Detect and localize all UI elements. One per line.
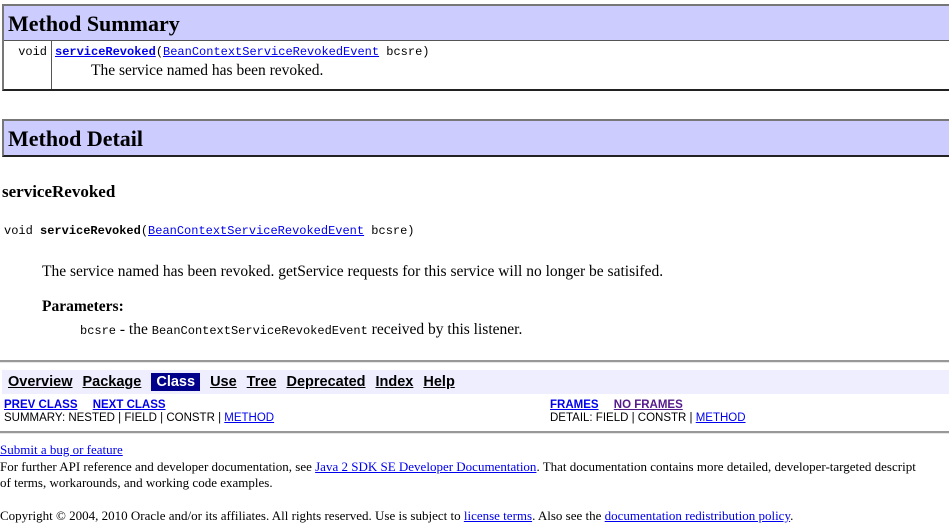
frames-link[interactable]: FRAMES xyxy=(550,399,599,411)
javadoc-page: Method Summary void serviceRevoked(BeanC… xyxy=(0,4,949,524)
method-detail-header: Method Detail xyxy=(4,121,949,155)
doc-text-before: For further API reference and developer … xyxy=(0,459,315,474)
divider-top xyxy=(0,360,949,363)
method-summary-title: Method Summary xyxy=(8,11,180,36)
summary-signature: serviceRevoked(BeanContextServiceRevoked… xyxy=(55,45,949,59)
method-description: The service named has been revoked. getS… xyxy=(42,263,949,281)
copyright-end-text: . xyxy=(790,508,793,523)
license-terms-link[interactable]: license terms xyxy=(464,508,532,523)
sig-param-rest: bcsre) xyxy=(364,224,414,238)
doc-text-after: . That documentation contains more detai… xyxy=(536,459,915,474)
nav-item-help[interactable]: Help xyxy=(423,374,454,390)
method-summary-table: Method Summary void serviceRevoked(BeanC… xyxy=(2,4,949,91)
doc-paragraph-line2: of terms, workarounds, and working code … xyxy=(0,475,949,491)
summary-description: The service named has been revoked. xyxy=(91,62,949,80)
no-frames-link[interactable]: NO FRAMES xyxy=(614,399,683,411)
sig-return-type: void xyxy=(4,224,40,238)
submit-bug-link[interactable]: Submit a bug or feature xyxy=(0,442,123,457)
copyright-text: Copyright © 2004, 2010 Oracle and/or its… xyxy=(0,508,464,523)
nav-item-use[interactable]: Use xyxy=(210,374,237,390)
copyright-middle-text: . Also see the xyxy=(532,508,605,523)
method-summary-cell: serviceRevoked(BeanContextServiceRevoked… xyxy=(52,41,949,89)
bottom-navbar: Overview Package Class Use Tree Deprecat… xyxy=(0,370,949,427)
summary-links-line: SUMMARY: NESTED | FIELD | CONSTR | METHO… xyxy=(4,412,550,425)
method-detail-table: Method Detail xyxy=(2,119,949,157)
nav-item-tree[interactable]: Tree xyxy=(247,374,277,390)
parameters-label: Parameters: xyxy=(42,298,949,316)
frames-line: FRAMES NO FRAMES xyxy=(550,399,949,412)
service-revoked-link[interactable]: serviceRevoked xyxy=(55,45,156,59)
param-name: bcsre xyxy=(80,324,116,338)
next-class-link[interactable]: NEXT CLASS xyxy=(93,399,166,411)
method-summary-header: Method Summary xyxy=(4,6,949,40)
method-detail-title: Method Detail xyxy=(8,126,143,151)
navbar-left-column: PREV CLASS NEXT CLASS SUMMARY: NESTED | … xyxy=(4,399,550,425)
sig-method-name: serviceRevoked xyxy=(40,224,141,238)
nav-item-package[interactable]: Package xyxy=(83,374,142,390)
copyright-line: Copyright © 2004, 2010 Oracle and/or its… xyxy=(0,508,949,524)
method-heading: serviceRevoked xyxy=(2,182,949,202)
return-type: void xyxy=(18,45,47,59)
redistribution-policy-link[interactable]: documentation redistribution policy xyxy=(605,508,790,523)
navbar-right-column: FRAMES NO FRAMES DETAIL: FIELD | CONSTR … xyxy=(550,399,949,425)
sig-paren-open: ( xyxy=(141,224,148,238)
detail-links-text: DETAIL: FIELD | CONSTR | xyxy=(550,412,696,424)
navbar-sub-row: PREV CLASS NEXT CLASS SUMMARY: NESTED | … xyxy=(0,394,949,427)
nav-item-class-active: Class xyxy=(151,373,200,391)
summary-links-text: SUMMARY: NESTED | FIELD | CONSTR | xyxy=(4,412,224,424)
navbar-main-row: Overview Package Class Use Tree Deprecat… xyxy=(2,370,949,394)
prev-next-line: PREV CLASS NEXT CLASS xyxy=(4,399,550,412)
submit-bug-line: Submit a bug or feature xyxy=(0,442,949,458)
param-type-name: BeanContextServiceRevokedEvent xyxy=(152,324,368,338)
detail-links-line: DETAIL: FIELD | CONSTR | METHOD xyxy=(550,412,949,425)
param-rest: bcsre) xyxy=(379,45,429,59)
param-dash-text: - the xyxy=(116,321,152,338)
summary-method-link[interactable]: METHOD xyxy=(224,412,274,424)
detail-method-link[interactable]: METHOD xyxy=(696,412,746,424)
divider-bottom xyxy=(0,431,949,434)
paren-open: ( xyxy=(156,45,163,59)
nav-item-overview[interactable]: Overview xyxy=(8,374,73,390)
method-signature: void serviceRevoked(BeanContextServiceRe… xyxy=(4,224,949,238)
bean-context-event-link[interactable]: BeanContextServiceRevokedEvent xyxy=(163,45,379,59)
signature-type-link[interactable]: BeanContextServiceRevokedEvent xyxy=(148,224,364,238)
method-summary-row: void serviceRevoked(BeanContextServiceRe… xyxy=(4,40,949,89)
page-footer: Submit a bug or feature For further API … xyxy=(0,442,949,524)
return-type-cell: void xyxy=(4,41,52,89)
java-sdk-doc-link[interactable]: Java 2 SDK SE Developer Documentation xyxy=(315,459,536,474)
nav-item-index[interactable]: Index xyxy=(376,374,414,390)
parameter-line: bcsre - the BeanContextServiceRevokedEve… xyxy=(80,321,949,339)
doc-paragraph-line1: For further API reference and developer … xyxy=(0,459,949,475)
nav-item-deprecated[interactable]: Deprecated xyxy=(287,374,366,390)
prev-class-link[interactable]: PREV CLASS xyxy=(4,399,78,411)
param-rest-text: received by this listener. xyxy=(368,321,523,338)
